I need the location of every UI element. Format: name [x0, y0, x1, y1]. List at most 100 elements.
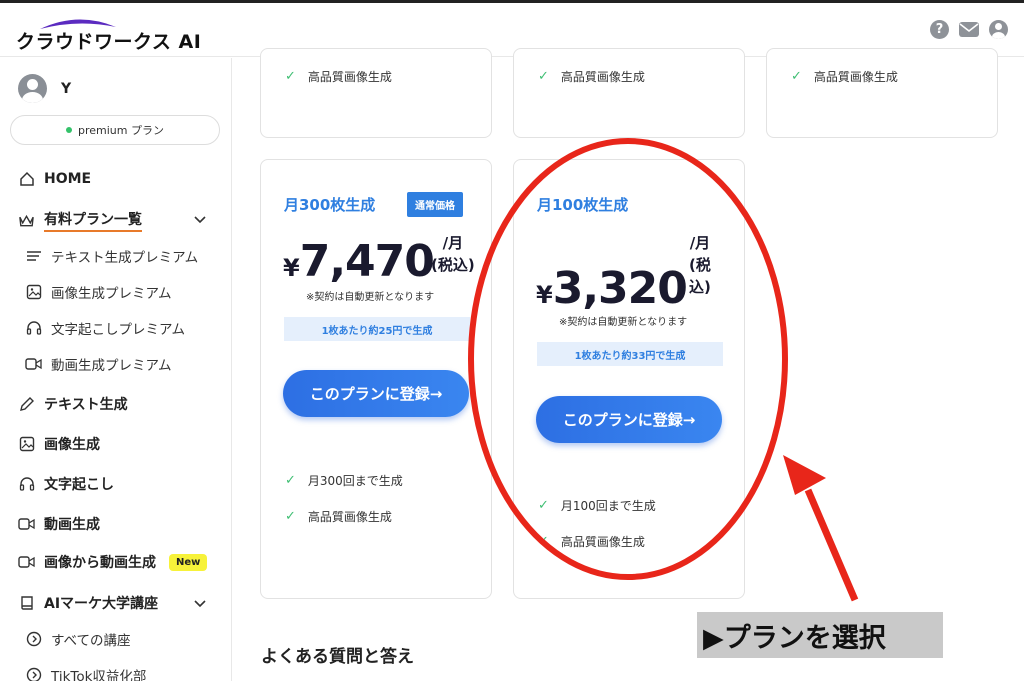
price-period-line: /月 — [442, 234, 464, 252]
price-tax-line: (税 — [689, 256, 711, 274]
feature-label: 高品質画像生成 — [307, 510, 392, 524]
price-tax-line: (税込) — [431, 256, 475, 274]
price-period: /月 (税 込) — [689, 232, 711, 298]
header-icons: ? — [930, 20, 1008, 39]
book-icon — [18, 595, 35, 612]
auto-renew-note: ※契約は自動更新となります — [559, 317, 688, 328]
feature-label: 月100回まで生成 — [560, 499, 656, 513]
current-plan-pill[interactable]: premium プラン — [10, 115, 220, 145]
sidebar-item-label: 文字起こし — [44, 477, 114, 493]
plan-card-300: 月300枚生成 通常価格 ¥7,470 /月 (税込) ※契約は自動更新となりま… — [260, 159, 492, 599]
plan-price: ¥3,320 — [536, 263, 688, 314]
chevron-down-icon[interactable] — [193, 597, 207, 611]
feature-label: 月300回まで生成 — [307, 474, 403, 488]
sidebar-item-transcription-premium[interactable]: 文字起こしプレミアム — [25, 318, 185, 338]
circle-chevron-icon — [25, 631, 42, 648]
sidebar-item-video-premium[interactable]: 動画生成プレミアム — [25, 354, 172, 374]
plan-card-top-2: ✓ 高品質画像生成 — [513, 48, 745, 138]
chevron-down-icon[interactable] — [193, 213, 207, 227]
pen-icon — [18, 396, 35, 413]
sidebar-item-transcription[interactable]: 文字起こし — [18, 474, 114, 494]
subscribe-button[interactable]: このプランに登録→ — [283, 370, 469, 417]
sidebar-item-tiktok[interactable]: TikTok収益化部 — [25, 665, 146, 681]
check-icon: ✓ — [538, 498, 549, 513]
price-period: /月 (税込) — [431, 232, 475, 276]
sidebar-item-all-courses[interactable]: すべての講座 — [25, 629, 131, 649]
faq-heading: よくある質問と答え — [261, 647, 414, 667]
check-icon: ✓ — [285, 69, 296, 84]
video-icon — [18, 554, 35, 571]
help-icon[interactable]: ? — [930, 20, 949, 39]
price-tax-line-2: 込) — [689, 278, 711, 296]
feature-item: ✓ 高品質画像生成 — [791, 68, 898, 85]
price-value: 7,470 — [299, 236, 435, 287]
feature-label: 高品質画像生成 — [307, 70, 392, 84]
check-icon: ✓ — [791, 69, 802, 84]
account-icon[interactable] — [989, 20, 1008, 39]
circle-chevron-icon — [25, 667, 42, 681]
sidebar: Y premium プラン HOME 有料プラン一覧 テキスト生成プレミアム 画… — [0, 58, 232, 681]
plan-price: ¥7,470 — [283, 236, 435, 287]
lines-icon — [25, 248, 42, 265]
plan-label: premium プラン — [78, 124, 164, 137]
plan-status-dot — [66, 127, 72, 133]
image-icon — [18, 436, 35, 453]
feature-item: ✓ 高品質画像生成 — [285, 68, 392, 85]
plan-title: 月300枚生成 — [284, 196, 376, 214]
user-profile[interactable]: Y — [18, 74, 71, 103]
feature-label: 高品質画像生成 — [560, 535, 645, 549]
check-icon: ✓ — [285, 509, 296, 524]
check-icon: ✓ — [538, 534, 549, 549]
feature-label: 高品質画像生成 — [813, 70, 898, 84]
sidebar-item-label: HOME — [44, 170, 92, 187]
avatar — [18, 74, 47, 103]
feature-item: ✓ 月100回まで生成 — [538, 497, 656, 514]
auto-renew-note: ※契約は自動更新となります — [306, 292, 435, 303]
sidebar-item-image-premium[interactable]: 画像生成プレミアム — [25, 282, 172, 302]
sidebar-item-label: 画像から動画生成 — [44, 555, 156, 571]
price-period-line: /月 — [689, 234, 711, 252]
home-icon — [18, 170, 35, 187]
per-image-cost: 1枚あたり約25円で生成 — [284, 317, 470, 341]
mail-icon[interactable] — [959, 22, 979, 37]
help-icon-glyph: ? — [935, 22, 944, 37]
per-image-cost: 1枚あたり約33円で生成 — [537, 342, 723, 366]
sidebar-item-video-generation[interactable]: 動画生成 — [18, 514, 100, 534]
sidebar-item-ai-marketing-course[interactable]: AIマーケ大学講座 — [18, 593, 158, 613]
sidebar-item-text-premium[interactable]: テキスト生成プレミアム — [25, 246, 198, 266]
sidebar-item-text-generation[interactable]: テキスト生成 — [18, 394, 128, 414]
feature-item: ✓ 高品質画像生成 — [538, 533, 645, 550]
sidebar-item-label: 画像生成 — [44, 437, 100, 453]
plan-title: 月100枚生成 — [537, 196, 629, 214]
sidebar-item-image-to-video[interactable]: 画像から動画生成 New — [18, 552, 208, 572]
sidebar-item-label: テキスト生成 — [44, 397, 128, 413]
logo-text: クラウドワークス AI — [16, 31, 202, 53]
feature-label: 高品質画像生成 — [560, 70, 645, 84]
subscribe-button[interactable]: このプランに登録→ — [536, 396, 722, 443]
sidebar-item-label: 画像生成プレミアム — [51, 286, 172, 302]
price-value: 3,320 — [552, 263, 688, 314]
sidebar-item-label: 動画生成 — [44, 517, 100, 533]
check-icon: ✓ — [538, 69, 549, 84]
video-icon — [25, 356, 42, 373]
main-content: ✓ 高品質画像生成 ✓ 高品質画像生成 ✓ 高品質画像生成 月300枚生成 通常… — [233, 48, 1024, 681]
sidebar-item-label: AIマーケ大学講座 — [44, 596, 159, 612]
new-badge: New — [169, 553, 208, 571]
headphones-icon — [25, 320, 42, 337]
user-name: Y — [61, 80, 72, 97]
video-icon — [18, 516, 35, 533]
sidebar-item-label: TikTok収益化部 — [51, 669, 147, 681]
plan-card-top-1: ✓ 高品質画像生成 — [260, 48, 492, 138]
sidebar-item-home[interactable]: HOME — [18, 170, 91, 187]
currency-symbol: ¥ — [536, 281, 553, 309]
sidebar-item-label: テキスト生成プレミアム — [51, 250, 199, 266]
sidebar-item-paid-plans[interactable]: 有料プラン一覧 — [18, 209, 142, 232]
regular-price-badge: 通常価格 — [407, 192, 463, 217]
plan-card-top-3: ✓ 高品質画像生成 — [766, 48, 998, 138]
feature-item: ✓ 月300回まで生成 — [285, 472, 403, 489]
feature-item: ✓ 高品質画像生成 — [285, 508, 392, 525]
sidebar-item-label: 有料プラン一覧 — [44, 209, 142, 232]
currency-symbol: ¥ — [283, 254, 300, 282]
sidebar-item-label: 文字起こしプレミアム — [51, 322, 186, 338]
sidebar-item-image-generation[interactable]: 画像生成 — [18, 434, 100, 454]
